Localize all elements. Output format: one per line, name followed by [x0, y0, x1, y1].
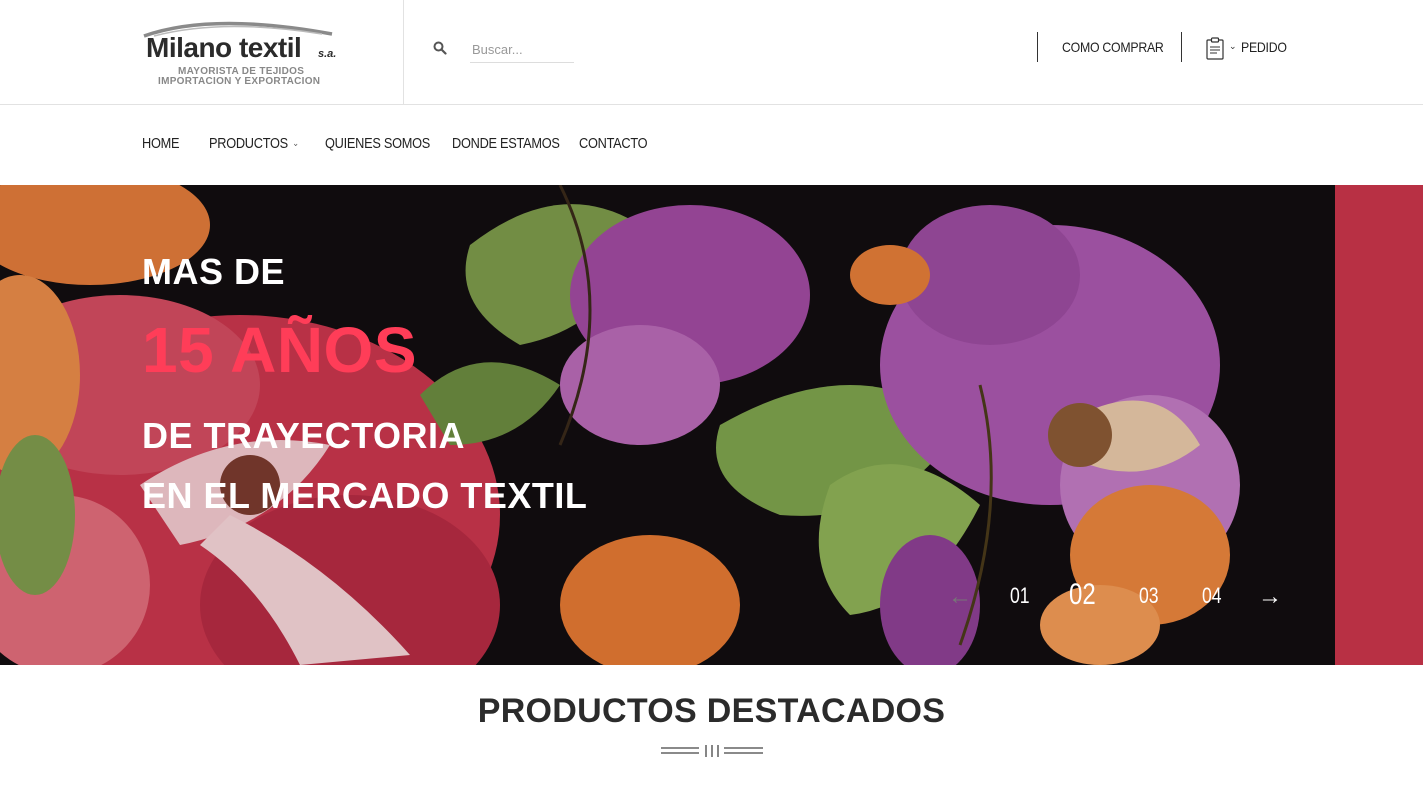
section-divider-ornament	[661, 745, 763, 757]
header-link-divider	[1181, 32, 1182, 62]
nav-item-quienes-somos[interactable]: QUIENES SOMOS	[325, 136, 430, 152]
slider-prev-arrow-icon[interactable]: ←	[948, 583, 972, 611]
logo-tagline-2: IMPORTACION Y EXPORTACION	[158, 76, 321, 87]
order-link[interactable]: PEDIDO	[1241, 39, 1287, 55]
header-divider	[403, 0, 404, 104]
search-input[interactable]	[470, 36, 574, 63]
nav-item-label: PRODUCTOS	[209, 136, 288, 152]
main-navigation: HOME PRODUCTOS ⌄ QUIENES SOMOS DONDE ESTA…	[0, 105, 1423, 185]
top-header: Milano textil s.a. MAYORISTA DE TEJIDOS …	[0, 0, 1423, 105]
nav-item-donde-estamos[interactable]: DONDE ESTAMOS	[452, 136, 560, 152]
hero-heading-line-4: EN EL MERCADO TEXTIL	[142, 475, 588, 516]
hero-heading-line-1: MAS DE	[142, 251, 286, 292]
slider-next-arrow-icon[interactable]: →	[1258, 583, 1282, 611]
nav-item-contacto[interactable]: CONTACTO	[579, 136, 648, 152]
hero-highlight: 15 AÑOS	[142, 314, 417, 386]
header-link-divider	[1037, 32, 1038, 62]
site-logo[interactable]: Milano textil s.a. MAYORISTA DE TEJIDOS …	[140, 14, 350, 94]
nav-item-home[interactable]: HOME	[142, 136, 180, 152]
logo-brand-text: Milano textil	[146, 32, 302, 63]
featured-products-title: PRODUCTOS DESTACADOS	[477, 692, 946, 730]
slider-dot-01[interactable]: 01	[1010, 583, 1030, 609]
clipboard-icon[interactable]	[1206, 37, 1224, 60]
slider-dot-04[interactable]: 04	[1202, 583, 1222, 609]
hero-slider: MAS DE 15 AÑOS DE TRAYECTORIA EN EL MERC…	[0, 185, 1423, 665]
nav-item-productos[interactable]: PRODUCTOS ⌄	[209, 136, 299, 152]
slider-dot-03[interactable]: 03	[1139, 583, 1159, 609]
logo-brand-suffix: s.a.	[318, 48, 337, 60]
chevron-down-icon[interactable]: ⌄	[1229, 41, 1237, 52]
chevron-down-icon: ⌄	[292, 138, 299, 148]
search-icon[interactable]	[433, 41, 447, 55]
slider-dot-02[interactable]: 02	[1069, 578, 1096, 612]
how-to-buy-link[interactable]: COMO COMPRAR	[1062, 39, 1164, 55]
hero-heading-line-3: DE TRAYECTORIA	[142, 415, 466, 456]
